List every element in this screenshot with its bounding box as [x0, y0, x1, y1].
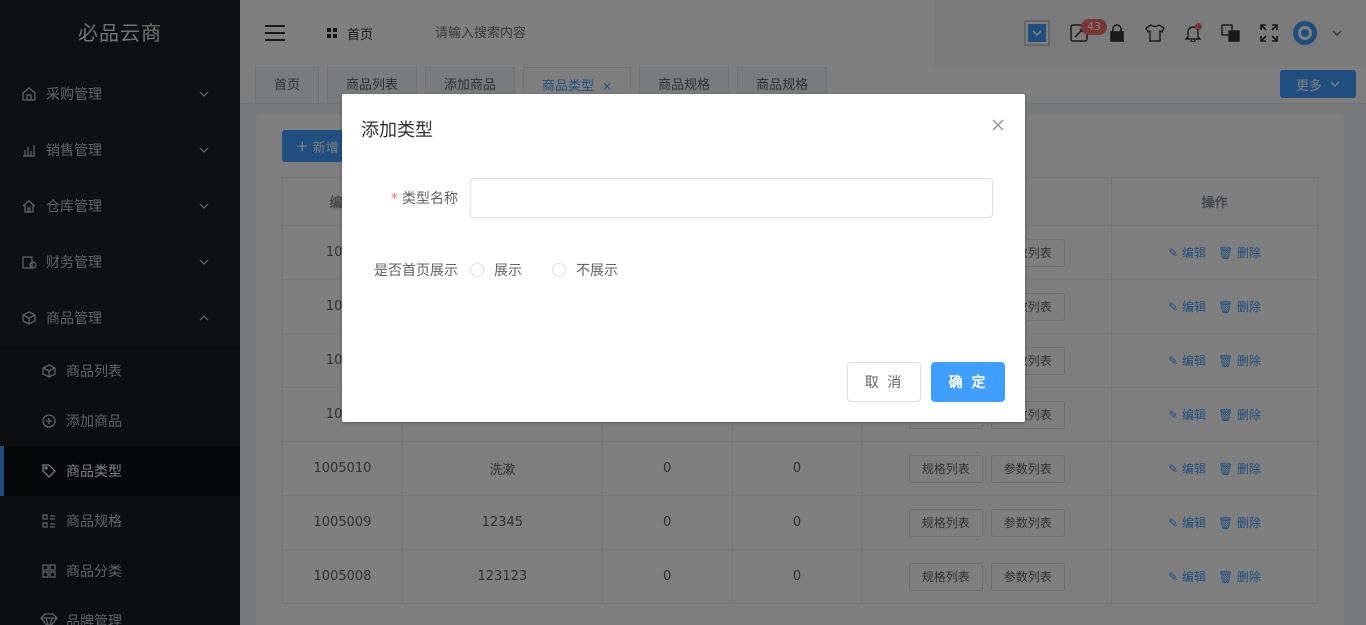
cancel-button[interactable]: 取 消	[847, 362, 921, 402]
radio-hide[interactable]: 不展示	[552, 260, 618, 280]
form-item-show-home: 是否首页展示 展示 不展示	[342, 260, 648, 280]
show-home-label: 是否首页展示	[374, 263, 458, 279]
radio-circle	[552, 263, 566, 277]
form-item-type-name: * 类型名称	[342, 178, 993, 218]
add-type-dialog: 添加类型 * 类型名称 是否首页展示 展示 不展示 取 消 确 定	[342, 94, 1025, 422]
type-name-label: * 类型名称	[342, 188, 470, 208]
radio-label: 不展示	[576, 263, 618, 279]
confirm-button[interactable]: 确 定	[931, 362, 1005, 402]
label-text: 类型名称	[402, 191, 458, 207]
radio-label: 展示	[494, 263, 522, 279]
radio-show[interactable]: 展示	[470, 260, 522, 280]
dialog-title: 添加类型	[361, 120, 433, 141]
type-name-input[interactable]	[470, 178, 993, 218]
close-icon[interactable]	[991, 118, 1005, 132]
required-mark: *	[391, 191, 398, 207]
radio-circle	[470, 263, 484, 277]
